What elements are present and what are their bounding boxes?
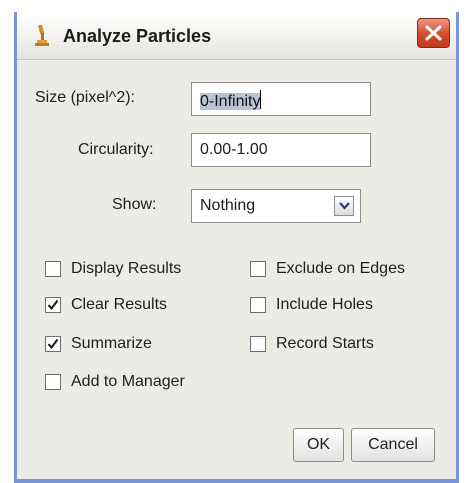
size-value: 0-Infinity [200,93,261,110]
text-caret [260,90,262,109]
cancel-button[interactable]: Cancel [351,428,435,462]
show-label: Show: [112,196,157,213]
window-bottom-border [17,479,456,483]
add-to-manager-checkbox[interactable] [45,374,61,390]
checkmark-icon [47,299,59,311]
circularity-label: Circularity: [78,141,154,158]
title-bar[interactable]: Analyze Particles [17,12,456,60]
record-starts-label: Record Starts [276,335,374,352]
include-holes-checkbox[interactable] [250,297,266,313]
circularity-value: 0.00-1.00 [200,141,268,158]
circularity-input[interactable]: 0.00-1.00 [191,133,371,167]
close-icon [425,25,442,41]
analyze-particles-dialog: Analyze Particles Size (pixel^2): 0-Infi… [14,12,459,483]
clear-results-checkbox[interactable] [45,297,61,313]
clear-results-label: Clear Results [71,296,168,313]
add-to-manager-label: Add to Manager [71,373,185,390]
exclude-on-edges-checkbox[interactable] [250,261,266,277]
checkmark-icon [47,338,59,350]
ok-button[interactable]: OK [293,428,344,462]
summarize-checkbox[interactable] [45,336,61,352]
dropdown-button[interactable] [334,196,354,216]
display-results-checkbox[interactable] [45,261,61,277]
show-dropdown[interactable]: Nothing [191,189,361,223]
summarize-label: Summarize [71,335,152,352]
size-label: Size (pixel^2): [35,89,135,106]
microscope-icon [33,24,51,48]
dialog-title: Analyze Particles [63,26,212,46]
chevron-down-icon [339,202,350,210]
display-results-label: Display Results [71,260,182,277]
close-button[interactable] [417,18,450,48]
record-starts-checkbox[interactable] [250,336,266,352]
show-value: Nothing [200,197,256,214]
size-input[interactable]: 0-Infinity [191,82,371,116]
include-holes-label: Include Holes [276,296,373,313]
exclude-on-edges-label: Exclude on Edges [276,260,405,277]
